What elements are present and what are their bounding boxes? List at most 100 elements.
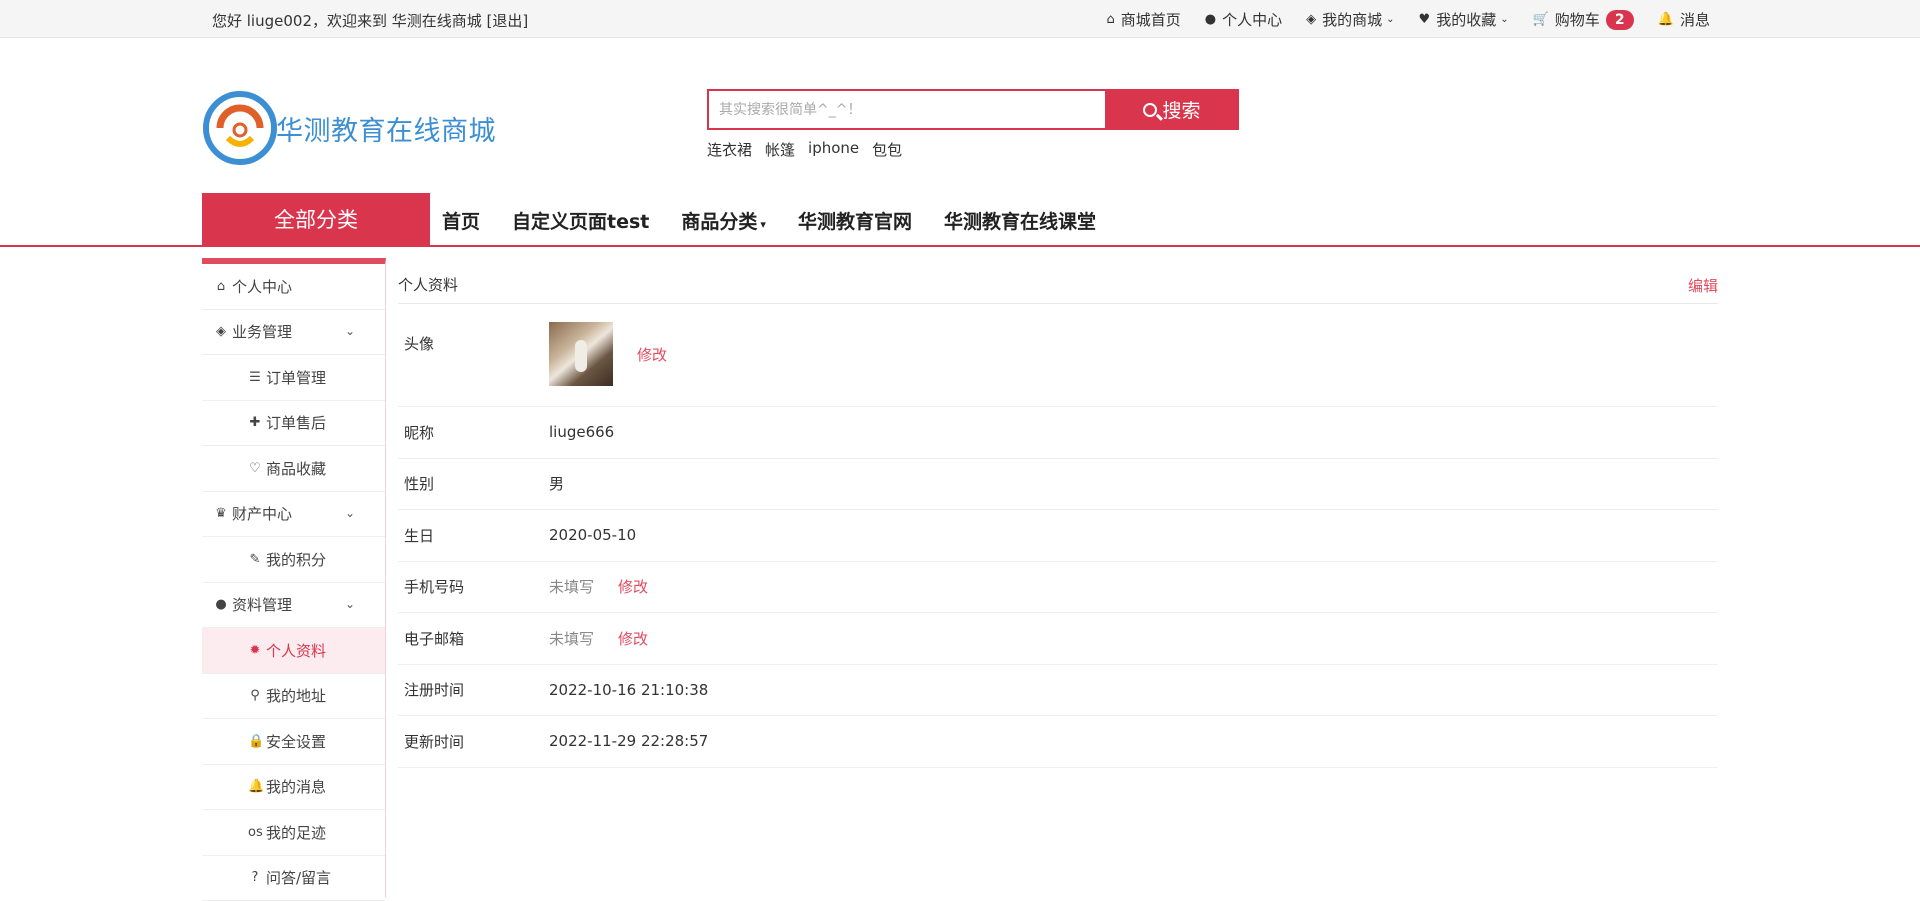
field-label: 手机号码 [404, 576, 464, 597]
sidebar-item-12[interactable]: ᴏs 我的足迹 [202, 810, 385, 856]
sidebar-item-7[interactable]: ●资料管理⌄ [202, 583, 385, 629]
field-value-text: 2020-05-10 [549, 526, 636, 544]
list-icon: ☰ [248, 370, 262, 385]
topnav-item-1[interactable]: ●个人中心 [1205, 9, 1282, 30]
field-value-text: 未填写 [549, 628, 594, 649]
topnav-label: 商城首页 [1121, 9, 1181, 30]
nav-links: 首页 自定义页面test 商品分类▾ 华测教育官网 华测教育在线课堂 [442, 207, 1128, 234]
hot-word[interactable]: 帐篷 [765, 139, 795, 160]
nav-link-label: 华测教育官网 [798, 211, 912, 233]
topnav-label: 消息 [1680, 9, 1710, 30]
sidebar-item-label: 安全设置 [266, 731, 326, 752]
sidebar-item-10[interactable]: 🔒安全设置 [202, 719, 385, 765]
caret-down-icon: ▾ [760, 218, 766, 231]
nav-link-0[interactable]: 首页 [442, 207, 480, 234]
sidebar-item-label: 订单管理 [266, 367, 326, 388]
sidebar-item-label: 商品收藏 [266, 458, 326, 479]
profile-row: 注册时间 2022-10-16 21:10:38 [398, 665, 1718, 717]
hot-words: 连衣裙帐篷 iphone 包包 [707, 139, 915, 160]
gear-icon: ✹ [248, 643, 262, 658]
profile-row: 生日 2020-05-10 [398, 510, 1718, 562]
nav-link-label: 首页 [442, 211, 480, 233]
question-icon: ? [248, 870, 262, 885]
topnav-item-0[interactable]: ⌂商城首页 [1106, 9, 1180, 30]
field-value: 2020-05-10 [549, 526, 636, 544]
hot-word[interactable]: 连衣裙 [707, 139, 752, 160]
search-input[interactable] [707, 89, 1105, 130]
profile-row: 更新时间2022-11-29 22:28:57 [398, 716, 1718, 768]
site-logo[interactable]: 华测教育在线商城 [202, 90, 496, 166]
chevron-down-icon: ⌄ [1386, 14, 1394, 25]
footprint-icon: ᴏs [248, 825, 262, 840]
sidebar-item-label: 我的积分 [266, 549, 326, 570]
field-value-text: 2022-11-29 22:28:57 [549, 732, 708, 750]
page-title: 个人资料 [398, 274, 458, 295]
heart-outline-icon: ♡ [248, 461, 262, 476]
field-value: 2022-10-16 21:10:38 [549, 681, 708, 699]
sidebar-item-label: 财产中心 [232, 503, 292, 524]
cube-icon: ◈ [1306, 12, 1316, 27]
field-label: 生日 [404, 525, 434, 546]
modify-link[interactable]: 修改 [618, 628, 648, 649]
field-label: 注册时间 [404, 679, 464, 700]
trophy-icon: ♛ [214, 506, 228, 521]
search-icon [1143, 103, 1157, 117]
sidebar-item-6[interactable]: ✎ 我的积分 [202, 537, 385, 583]
leaf-icon: ✎ [248, 552, 262, 567]
edit-link[interactable]: 编辑 [1688, 275, 1718, 296]
sidebar-item-2[interactable]: ☰ 订单管理 [202, 355, 385, 401]
search-button[interactable]: 搜索 [1105, 89, 1239, 130]
avatar-modify-link[interactable]: 修改 [637, 344, 667, 365]
logout-link[interactable]: [退出] [487, 12, 529, 30]
field-value-text: 男 [549, 473, 564, 494]
field-value-text: 未填写 [549, 576, 594, 597]
bell-icon: 🔔 [1658, 12, 1674, 27]
field-value-text: 2022-10-16 21:10:38 [549, 681, 708, 699]
sidebar-item-label: 我的地址 [266, 685, 326, 706]
nav-link-4[interactable]: 华测教育在线课堂 [944, 207, 1096, 234]
sidebar-item-8[interactable]: ✹ 个人资料 [202, 628, 385, 674]
modify-link[interactable]: 修改 [618, 576, 648, 597]
sidebar-item-4[interactable]: ♡ 商品收藏 [202, 446, 385, 492]
sidebar-item-3[interactable]: ✚订单售后 [202, 401, 385, 447]
hot-word[interactable]: iphone [808, 139, 859, 160]
welcome-text: 您好 liuge002，欢迎来到 华测在线商城 [212, 12, 482, 30]
profile-row: 电子邮箱 未填写 修改 [398, 613, 1718, 665]
sidebar-item-label: 我的足迹 [266, 822, 326, 843]
map-pin-icon: ⚲ [248, 688, 262, 703]
search-button-label: 搜索 [1162, 96, 1200, 123]
sidebar-item-13[interactable]: ?问答/留言 [202, 856, 385, 901]
all-categories-button[interactable]: 全部分类 [202, 193, 430, 245]
sidebar-item-5[interactable]: ♛财产中心⌄ [202, 492, 385, 538]
nav-link-2[interactable]: 商品分类▾ [681, 207, 766, 234]
topnav-label: 我的收藏 [1436, 9, 1496, 30]
topnav-label: 我的商城 [1322, 9, 1382, 30]
field-label: 电子邮箱 [404, 628, 464, 649]
chevron-down-icon: ⌄ [1500, 14, 1508, 25]
topnav-label: 个人中心 [1222, 9, 1282, 30]
sidebar-item-9[interactable]: ⚲ 我的地址 [202, 674, 385, 720]
topnav-item-4[interactable]: 🛒购物车2 [1533, 9, 1634, 30]
nav-link-3[interactable]: 华测教育官网 [798, 207, 912, 234]
sidebar-item-0[interactable]: ⌂个人中心 [202, 264, 385, 310]
field-label: 昵称 [404, 422, 434, 443]
topnav-item-5[interactable]: 🔔 消息 [1658, 9, 1710, 30]
sidebar-item-1[interactable]: ◈业务管理⌄ [202, 310, 385, 356]
field-value: 未填写 修改 [549, 628, 648, 649]
avatar-label: 头像 [404, 333, 434, 354]
hot-word[interactable]: 包包 [872, 139, 902, 160]
topnav-item-3[interactable]: ♥我的收藏⌄ [1419, 9, 1509, 30]
sidebar-item-label: 我的消息 [266, 776, 326, 797]
nav-link-1[interactable]: 自定义页面test [512, 207, 649, 234]
profile-header: 个人资料 编辑 [398, 270, 1718, 304]
sidebar-item-11[interactable]: 🔔我的消息 [202, 765, 385, 811]
profile-row: 手机号码 未填写 修改 [398, 562, 1718, 614]
sidebar-item-label: 业务管理 [232, 321, 292, 342]
profile-row: 性别男 [398, 459, 1718, 511]
nav-link-label: 自定义页面test [512, 211, 649, 233]
topnav-item-2[interactable]: ◈ 我的商城 ⌄ [1306, 9, 1394, 30]
sidebar: ⌂个人中心◈业务管理⌄☰订单管理✚订单售后♡商品收藏♛财产中心⌄✎我的积分●资料… [202, 258, 386, 898]
avatar[interactable] [549, 322, 613, 386]
sidebar-item-label: 个人资料 [266, 640, 326, 661]
avatar-value: 修改 [549, 322, 667, 386]
